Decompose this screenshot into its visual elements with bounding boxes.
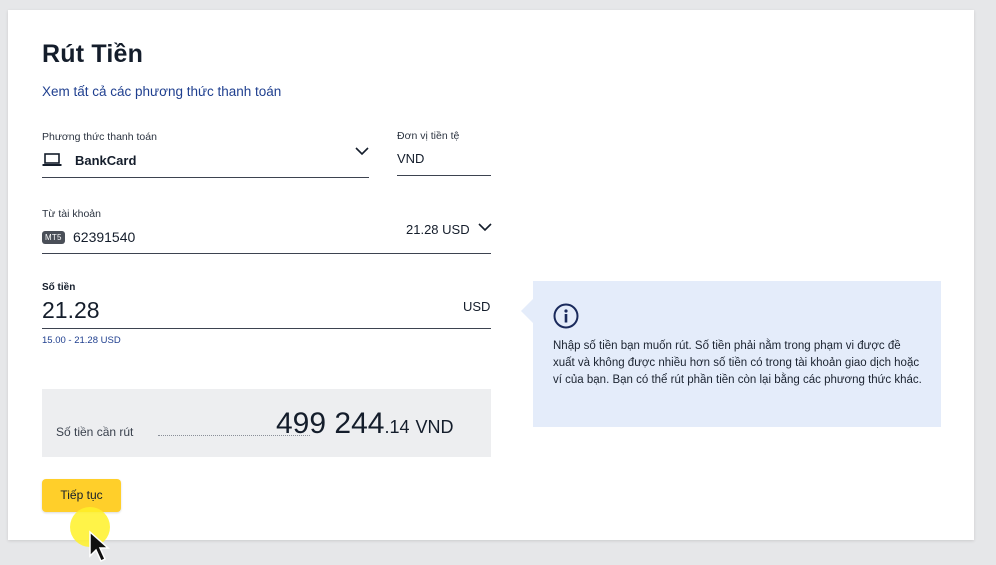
summary-label: Số tiền cần rút: [56, 425, 134, 439]
withdraw-card: Rút Tiền Xem tất cả các phương thức than…: [8, 10, 974, 540]
account-balance: 21.28 USD: [406, 222, 470, 237]
info-icon: [553, 303, 579, 329]
account-number: 62391540: [73, 229, 136, 245]
amount-label: Số tiền: [42, 282, 76, 293]
mouse-cursor-icon: [89, 530, 110, 563]
amount-currency: USD: [463, 299, 491, 314]
chevron-down-icon: [355, 147, 369, 156]
payment-method-underline: [42, 177, 369, 178]
summary-currency: VND: [415, 417, 454, 437]
amount-value: 21.28: [42, 297, 100, 323]
from-account-label: Từ tài khoản: [42, 208, 101, 220]
laptop-icon: [42, 153, 62, 166]
info-box: Nhập số tiền bạn muốn rút. Số tiền phải …: [521, 281, 941, 427]
mt5-badge: MT5: [42, 231, 65, 244]
info-text: Nhập số tiền bạn muốn rút. Số tiền phải …: [553, 340, 922, 386]
currency-underline: [397, 175, 491, 176]
all-payment-methods-link[interactable]: Xem tất cả các phương thức thanh toán: [42, 84, 281, 99]
currency-label: Đơn vị tiền tệ: [397, 130, 460, 142]
summary-amount-integer: 499 244: [276, 407, 385, 440]
amount-underline: [42, 328, 491, 329]
chevron-down-icon: [478, 223, 492, 232]
summary-amount: 499 244.14 VND: [276, 407, 454, 441]
info-box-pointer: [521, 299, 533, 323]
payment-method-value: BankCard: [75, 153, 137, 168]
summary-amount-decimal: .14: [384, 417, 410, 437]
currency-value: VND: [397, 151, 425, 166]
page-title: Rút Tiền: [42, 40, 144, 68]
amount-range: 15.00 - 21.28 USD: [42, 335, 121, 346]
withdraw-summary: Số tiền cần rút 499 244.14 VND: [42, 389, 491, 457]
payment-method-label: Phương thức thanh toán: [42, 131, 157, 143]
from-account-underline: [42, 253, 491, 254]
continue-button[interactable]: Tiếp tục: [42, 479, 121, 512]
